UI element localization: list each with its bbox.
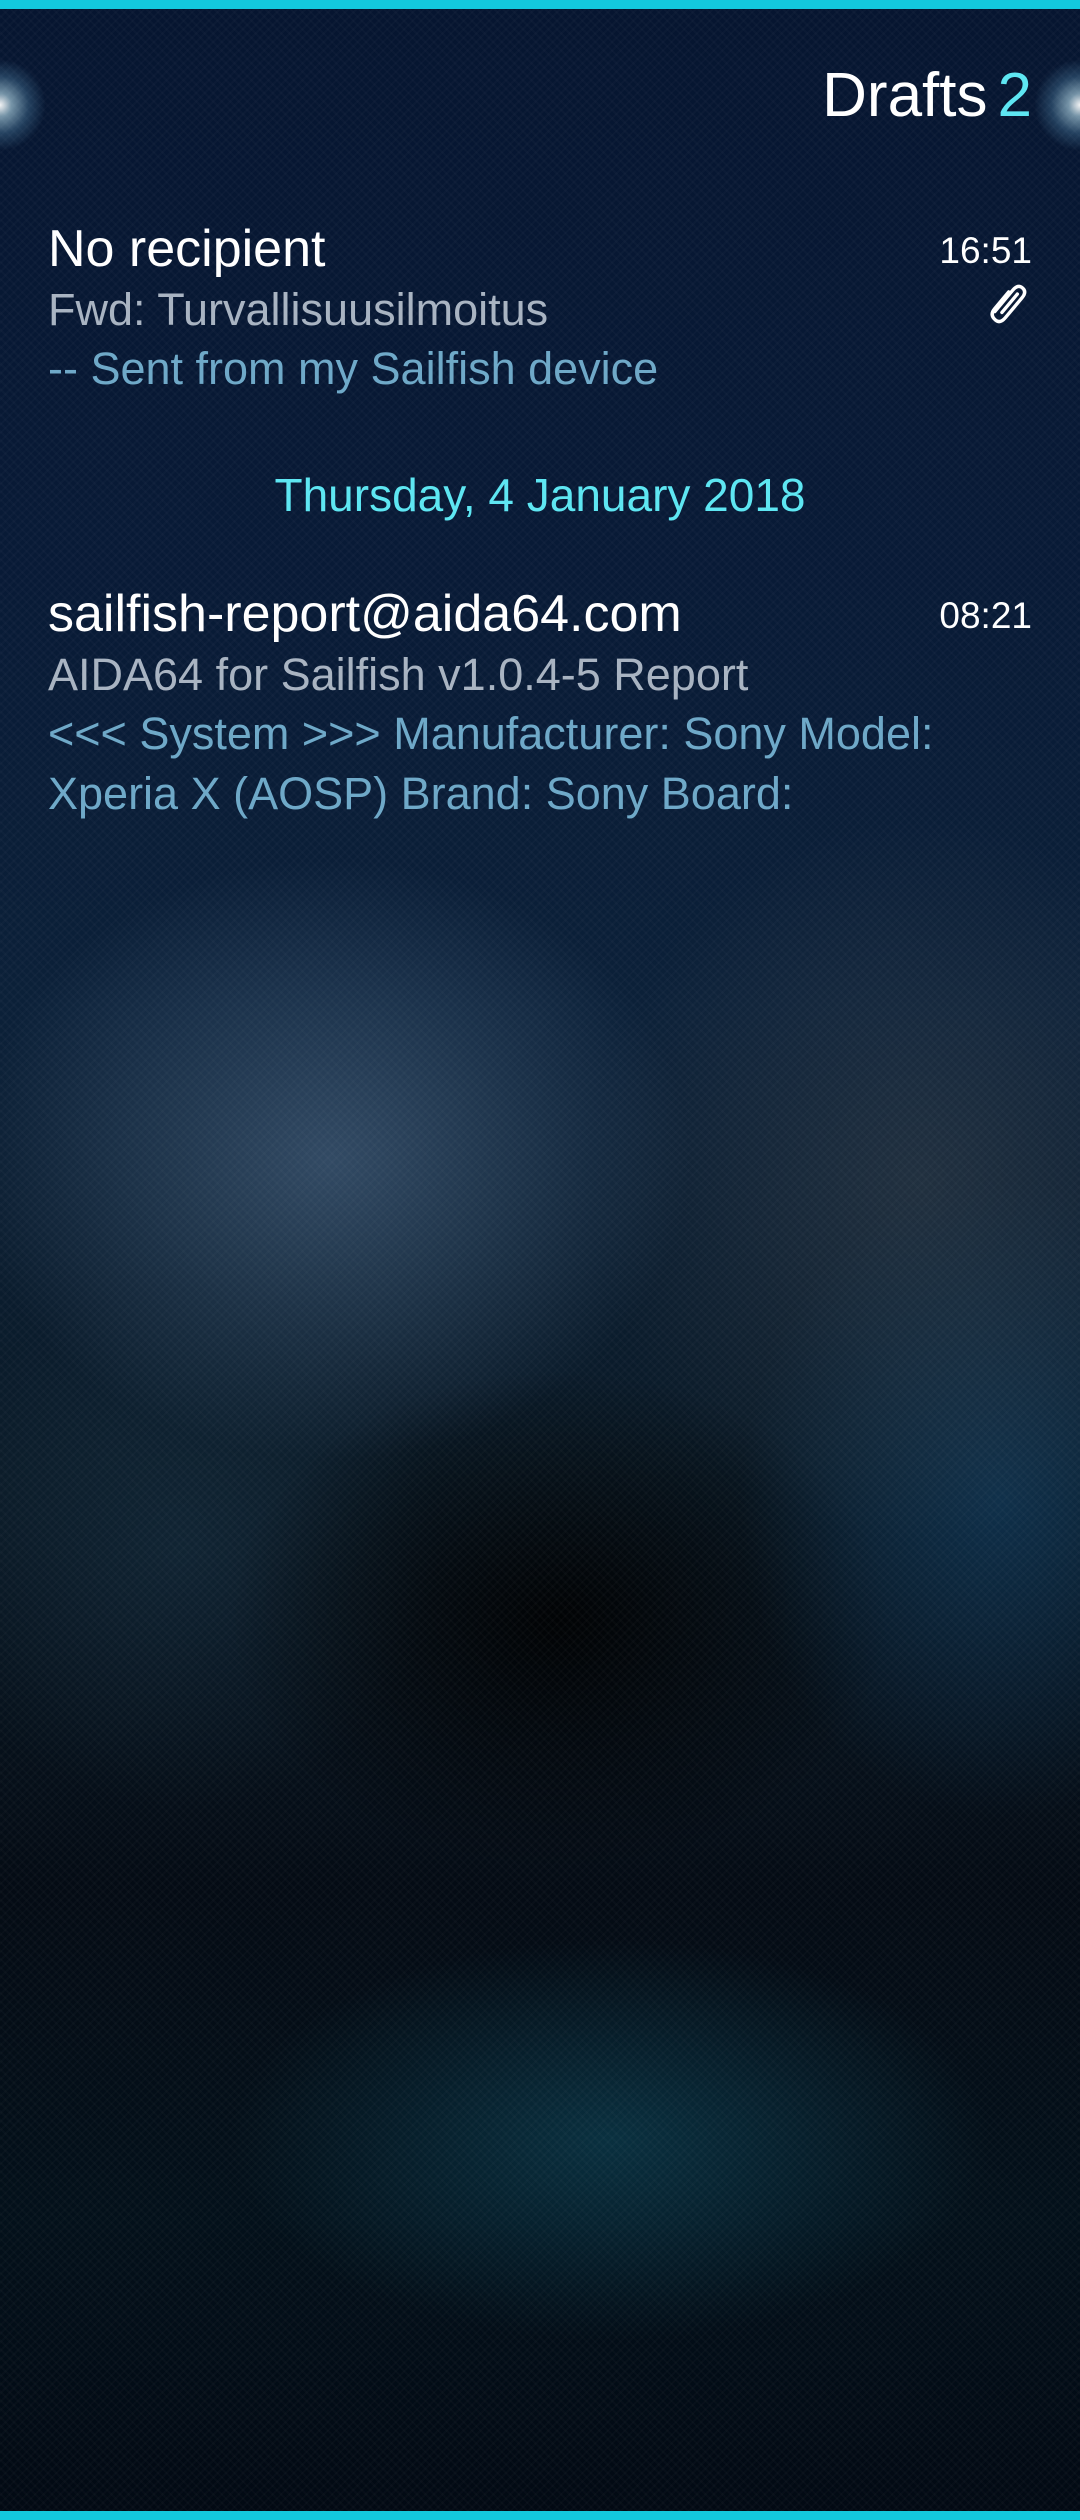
draft-preview: <<< System >>> Manufacturer: Sony Model:… [48,708,934,819]
draft-time: 16:51 [939,230,1032,271]
page-title: Drafts [822,61,988,130]
top-pulley-indicator-bar [0,0,1080,9]
draft-recipient: No recipient [48,220,326,278]
draft-preview: -- Sent from my Sailfish device [48,343,659,394]
draft-recipient: sailfish-report@aida64.com [48,585,682,643]
page-header: Drafts 2 [822,56,1032,136]
drafts-count: 2 [997,61,1032,130]
bottom-pulley-indicator-bar [0,2511,1080,2520]
draft-list-item[interactable]: sailfish-report@aida64.com 08:21 AIDA64 … [48,582,1032,822]
draft-subject: Fwd: Turvallisuusilmoitus [48,284,549,335]
paperclip-icon [990,284,1027,324]
draft-time: 08:21 [939,595,1032,636]
draft-list-item[interactable]: No recipient 16:51 Fwd: Turvallisuusilmo… [48,217,1032,407]
section-date-header: Thursday, 4 January 2018 [274,469,806,521]
draft-subject: AIDA64 for Sailfish v1.0.4-5 Report [48,649,749,700]
